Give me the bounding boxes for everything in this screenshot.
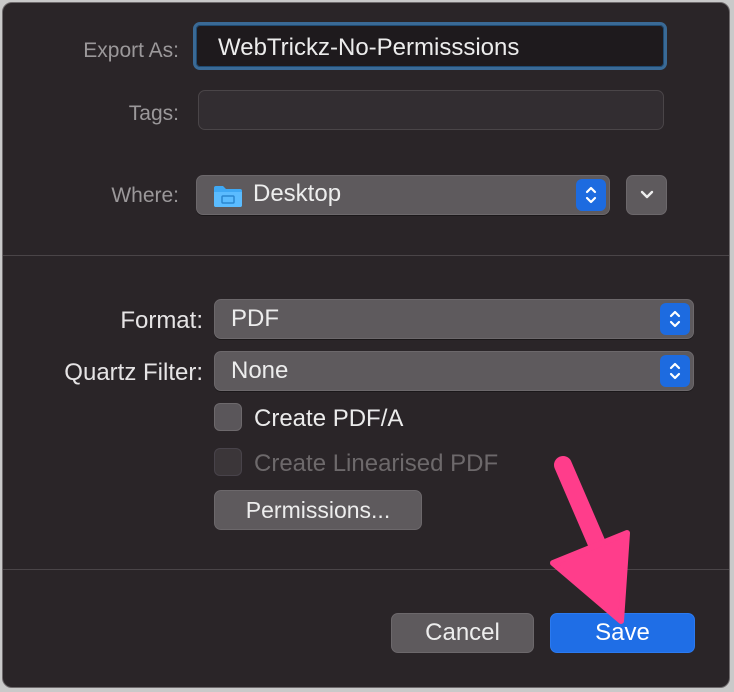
up-down-chevron-icon [585, 186, 597, 204]
create-pdfa-label[interactable]: Create PDF/A [254, 405, 403, 433]
format-label: Format: [120, 307, 203, 334]
format-value: PDF [231, 305, 279, 332]
where-popup[interactable]: Desktop [196, 175, 610, 215]
chevron-down-icon [640, 190, 654, 199]
divider-top [3, 255, 729, 256]
tags-label: Tags: [128, 102, 179, 125]
export-as-input[interactable]: WebTrickz-No-Permisssions [193, 22, 667, 70]
create-pdfa-checkbox[interactable] [214, 403, 242, 431]
tags-input[interactable] [198, 90, 664, 130]
export-as-label: Export As: [83, 39, 179, 62]
format-stepper[interactable] [660, 303, 690, 335]
where-stepper[interactable] [576, 179, 606, 211]
up-down-chevron-icon [669, 310, 681, 328]
where-value: Desktop [253, 180, 342, 207]
format-popup[interactable]: PDF [214, 299, 694, 339]
up-down-chevron-icon [669, 362, 681, 380]
quartz-filter-value: None [231, 357, 289, 384]
export-as-value: WebTrickz-No-Permisssions [218, 34, 520, 61]
create-linearised-label: Create Linearised PDF [254, 450, 499, 477]
quartz-filter-stepper[interactable] [660, 355, 690, 387]
cancel-button[interactable]: Cancel [391, 613, 534, 653]
where-label: Where: [111, 184, 179, 207]
expand-button[interactable] [626, 175, 667, 215]
folder-icon [214, 186, 242, 207]
permissions-button[interactable]: Permissions... [214, 490, 422, 530]
export-dialog: Export As: WebTrickz-No-Permisssions Tag… [2, 2, 730, 688]
pointer-arrow-icon [550, 456, 630, 624]
create-linearised-checkbox [214, 448, 242, 476]
quartz-filter-label: Quartz Filter: [64, 359, 203, 386]
quartz-filter-popup[interactable]: None [214, 351, 694, 391]
